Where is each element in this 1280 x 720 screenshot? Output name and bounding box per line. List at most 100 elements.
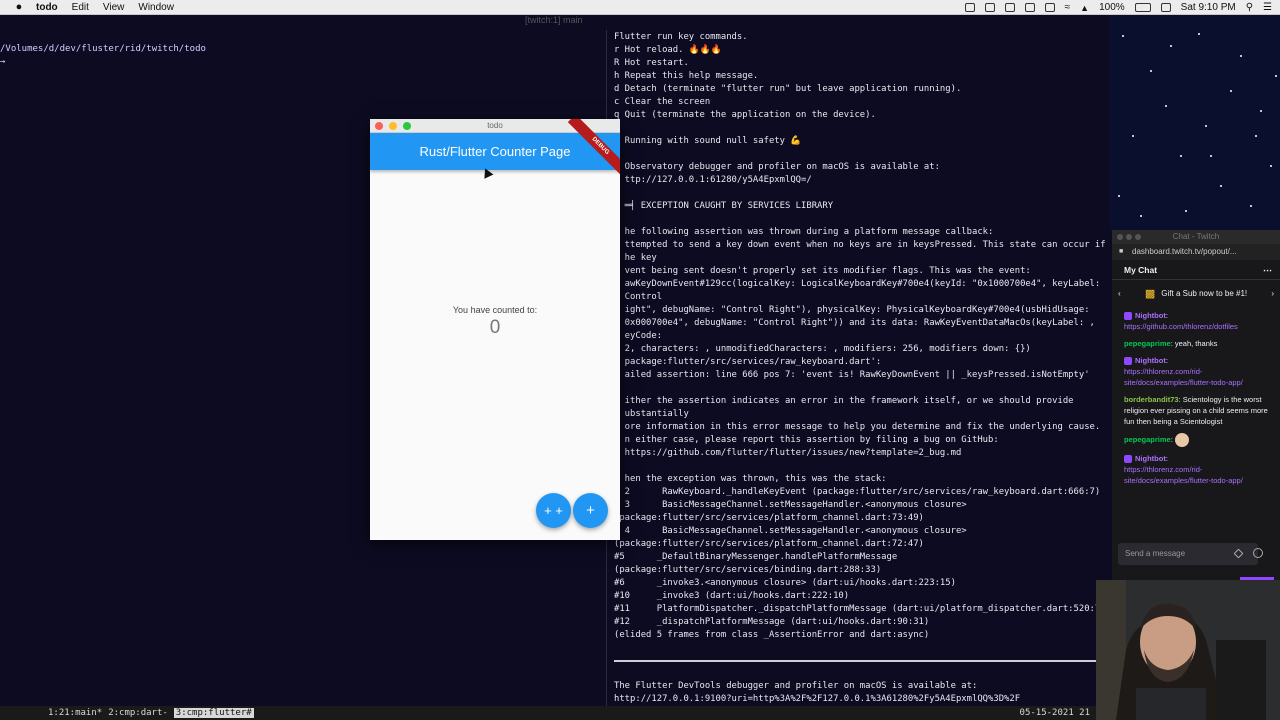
chat-header: My Chat ⋯ — [1112, 260, 1280, 280]
terminal-line: (package:flutter/src/services/platform_c… — [614, 513, 924, 523]
chevron-left-icon[interactable]: ‹ — [1118, 289, 1121, 298]
app-bar: Rust/Flutter Counter Page DEBUG — [370, 119, 620, 179]
terminal-line: ═╡ EXCEPTION CAUGHT BY SERVICES LIBRARY — [614, 201, 834, 211]
wifi-icon[interactable]: ≈ — [1065, 2, 1071, 13]
terminal-line: http://127.0.0.1:9100?uri=http%3A%2F%2F1… — [614, 694, 1021, 704]
chat-text: yeah, thanks — [1174, 339, 1218, 348]
menu-window[interactable]: Window — [138, 2, 174, 13]
tmux-window-tab[interactable]: 1:21:main* — [48, 708, 102, 718]
apple-menu-icon[interactable]: ● — [12, 1, 26, 13]
terminal-line: vent being sent doesn't properly set its… — [614, 266, 1031, 276]
star — [1270, 165, 1272, 167]
status-icon[interactable] — [1004, 3, 1015, 12]
chat-username[interactable]: Nightbot — [1135, 311, 1166, 320]
terminal-line: #11 PlatformDispatcher._dispatchPlatform… — [614, 604, 1106, 614]
terminal-line: ttp://127.0.0.1:61280/y5A4EpxmlQQ=/ — [614, 175, 812, 185]
zoom-button[interactable] — [1135, 234, 1141, 240]
battery-percent[interactable]: 100% — [1099, 2, 1125, 13]
star — [1240, 55, 1242, 57]
chat-username[interactable]: Nightbot — [1135, 356, 1166, 365]
twitch-chat-window: Chat - Twitch ■ dashboard.twitch.tv/popo… — [1112, 230, 1280, 580]
minimize-button[interactable] — [1126, 234, 1132, 240]
more-options-icon[interactable]: ⋯ — [1263, 260, 1272, 280]
star — [1165, 105, 1167, 107]
terminal-line: ailed assertion: line 666 pos 7: 'event … — [614, 370, 1090, 380]
menu-edit[interactable]: Edit — [72, 2, 89, 13]
chat-username[interactable]: pepegaprime — [1124, 435, 1171, 444]
terminal-line: #12 _dispatchPlatformMessage (dart:ui/ho… — [614, 617, 930, 627]
terminal-line: awKeyDownEvent#129cc(logicalKey: Logical… — [614, 279, 1101, 289]
emote-icon — [1174, 433, 1189, 447]
terminal-line: n either case, please report this assert… — [614, 435, 999, 445]
chevron-right-icon[interactable]: › — [1271, 289, 1274, 298]
terminal-line: ither the assertion indicates an error i… — [614, 396, 1074, 406]
moderator-badge-icon[interactable] — [1124, 455, 1132, 464]
emote-icon[interactable] — [1253, 548, 1263, 558]
counter-value: 0 — [489, 317, 501, 338]
moderator-badge-icon[interactable] — [1124, 312, 1132, 321]
desktop-wallpaper — [1110, 15, 1280, 230]
app-bar-title: Rust/Flutter Counter Page — [419, 144, 571, 159]
terminal-line: 2, characters: , unmodifiedCharacters: ,… — [614, 344, 1031, 354]
gift-sub-banner[interactable]: ‹ ▩ Gift a Sub now to be #1! › — [1112, 280, 1280, 306]
moderator-badge-icon[interactable] — [1124, 357, 1132, 366]
chat-message: borderbandit73: Scientology is the worst… — [1124, 395, 1268, 426]
terminal-line: c Clear the screen — [614, 97, 711, 107]
add-twice-button[interactable]: + + — [536, 493, 571, 528]
add-button[interactable]: + — [573, 493, 608, 528]
terminal-left-pane[interactable]: /Volumes/d/dev/fluster/rid/twitch/todo → — [0, 44, 600, 70]
star — [1185, 210, 1187, 212]
chat-link[interactable]: https://thlorenz.com/rid-site/docs/examp… — [1124, 367, 1243, 387]
terminal-line: 0x000700e4", debugName: "Control Right")… — [614, 318, 1095, 328]
flutter-app-window: todo Rust/Flutter Counter Page DEBUG You… — [370, 119, 620, 540]
chat-messages: Nightbot: https://github.com/thlorenz/do… — [1112, 306, 1280, 486]
terminal-line: q Quit (terminate the application on the… — [614, 110, 876, 120]
terminal-line: (elided 5 frames from class _AssertionEr… — [614, 630, 930, 640]
volume-icon[interactable]: ▲ — [1080, 3, 1089, 13]
terminal-line: #6 _invoke3.<anonymous closure> (dart:ui… — [614, 578, 956, 588]
status-icon[interactable] — [984, 3, 995, 12]
chat-message: Nightbot: https://github.com/thlorenz/do… — [1124, 311, 1238, 331]
menu-list-icon[interactable]: ☰ — [1263, 2, 1272, 13]
terminal-line: d Detach (terminate "flutter run" but le… — [614, 84, 962, 94]
chat-username[interactable]: pepegaprime — [1124, 339, 1171, 348]
status-icon[interactable] — [1024, 3, 1035, 12]
tmux-window-tab-active[interactable]: 3:cmp:flutter# — [173, 708, 254, 718]
airplay-icon[interactable] — [1044, 3, 1055, 12]
terminal-line: (package:flutter/src/services/binding.da… — [614, 565, 882, 575]
chat-message: pepegaprime: — [1124, 433, 1270, 447]
menu-app-name[interactable]: todo — [36, 2, 58, 13]
chat-username[interactable]: borderbandit73 — [1124, 395, 1179, 404]
terminal-line: he following assertion was thrown during… — [614, 227, 994, 237]
chat-link[interactable]: https://thlorenz.com/rid-site/docs/examp… — [1124, 465, 1243, 485]
gift-icon: ▩ — [1144, 287, 1156, 300]
terminal-line: h Repeat this help message. — [614, 71, 759, 81]
status-area: ≈ ▲ 100% Sat 9:10 PM ⚲ ☰ — [964, 0, 1272, 15]
star — [1118, 195, 1120, 197]
flag-icon[interactable] — [1160, 3, 1171, 12]
tmux-window-tab[interactable]: 2:cmp:dart- — [108, 708, 168, 718]
terminal-line: https://github.com/flutter/flutter/issue… — [614, 448, 962, 458]
terminal-line: #5 _DefaultBinaryMessenger.handlePlatfor… — [614, 552, 898, 562]
star — [1140, 215, 1142, 217]
menu-view[interactable]: View — [103, 2, 125, 13]
url-bar[interactable]: ■ dashboard.twitch.tv/popout/... — [1112, 244, 1280, 260]
terminal-line: ubstantially — [614, 409, 689, 419]
chat-link[interactable]: https://github.com/thlorenz/dotfiles — [1124, 322, 1238, 331]
star — [1275, 75, 1277, 77]
star — [1205, 125, 1207, 127]
chat-window-title: Chat - Twitch — [1172, 232, 1220, 241]
close-button[interactable] — [1117, 234, 1123, 240]
terminal-title: [twitch:1] main — [525, 15, 583, 25]
chat-window-titlebar[interactable]: Chat - Twitch — [1112, 230, 1280, 244]
clock[interactable]: Sat 9:10 PM — [1181, 2, 1236, 13]
star — [1255, 135, 1257, 137]
search-icon[interactable]: ⚲ — [1246, 2, 1253, 13]
chat-message: Nightbot: https://thlorenz.com/rid-site/… — [1124, 356, 1243, 387]
star — [1210, 155, 1212, 157]
status-icon[interactable] — [964, 3, 975, 12]
terminal-right-pane[interactable]: Flutter run key commands. r Hot reload. 🔥… — [614, 31, 1109, 707]
chat-username[interactable]: Nightbot — [1135, 454, 1166, 463]
